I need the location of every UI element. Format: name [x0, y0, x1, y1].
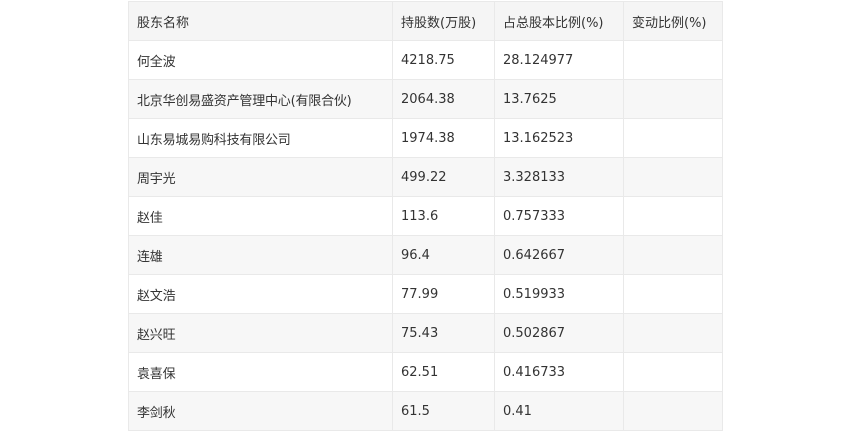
cell-shares-held: 2064.38 [392, 79, 495, 119]
cell-shares-held: 113.6 [392, 196, 495, 236]
table-row: 何全波 4218.75 28.124977 [128, 40, 723, 80]
cell-shares-held: 4218.75 [392, 40, 495, 80]
header-share-ratio: 占总股本比例(%) [494, 1, 624, 41]
table-row: 赵佳 113.6 0.757333 [128, 196, 723, 236]
shareholders-table-container: 股东名称 持股数(万股) 占总股本比例(%) 变动比例(%) 何全波 4218.… [128, 1, 723, 431]
table-row: 袁喜保 62.51 0.416733 [128, 352, 723, 392]
header-change-ratio: 变动比例(%) [623, 1, 723, 41]
cell-share-ratio: 0.757333 [494, 196, 624, 236]
cell-change-ratio [623, 391, 723, 431]
cell-shareholder-name: 山东易城易购科技有限公司 [128, 118, 393, 158]
cell-change-ratio [623, 118, 723, 158]
cell-share-ratio: 28.124977 [494, 40, 624, 80]
header-shareholder-name: 股东名称 [128, 1, 393, 41]
cell-share-ratio: 0.41 [494, 391, 624, 431]
cell-share-ratio: 0.416733 [494, 352, 624, 392]
cell-share-ratio: 13.162523 [494, 118, 624, 158]
cell-shares-held: 62.51 [392, 352, 495, 392]
table-row: 连雄 96.4 0.642667 [128, 235, 723, 275]
table-header: 股东名称 持股数(万股) 占总股本比例(%) 变动比例(%) [128, 1, 723, 41]
cell-shareholder-name: 李剑秋 [128, 391, 393, 431]
shareholders-table: 股东名称 持股数(万股) 占总股本比例(%) 变动比例(%) 何全波 4218.… [128, 1, 723, 431]
cell-change-ratio [623, 79, 723, 119]
cell-shares-held: 75.43 [392, 313, 495, 353]
cell-change-ratio [623, 235, 723, 275]
cell-shares-held: 1974.38 [392, 118, 495, 158]
cell-shareholder-name: 赵佳 [128, 196, 393, 236]
cell-shares-held: 96.4 [392, 235, 495, 275]
table-row: 山东易城易购科技有限公司 1974.38 13.162523 [128, 118, 723, 158]
cell-change-ratio [623, 352, 723, 392]
cell-change-ratio [623, 40, 723, 80]
cell-change-ratio [623, 196, 723, 236]
cell-shares-held: 499.22 [392, 157, 495, 197]
cell-shareholder-name: 赵兴旺 [128, 313, 393, 353]
cell-change-ratio [623, 157, 723, 197]
cell-share-ratio: 0.519933 [494, 274, 624, 314]
cell-share-ratio: 3.328133 [494, 157, 624, 197]
table-row: 李剑秋 61.5 0.41 [128, 391, 723, 431]
table-body: 何全波 4218.75 28.124977 北京华创易盛资产管理中心(有限合伙)… [128, 40, 723, 431]
cell-shareholder-name: 何全波 [128, 40, 393, 80]
cell-shareholder-name: 北京华创易盛资产管理中心(有限合伙) [128, 79, 393, 119]
header-shares-held: 持股数(万股) [392, 1, 495, 41]
header-row: 股东名称 持股数(万股) 占总股本比例(%) 变动比例(%) [128, 1, 723, 41]
table-row: 北京华创易盛资产管理中心(有限合伙) 2064.38 13.7625 [128, 79, 723, 119]
cell-share-ratio: 0.642667 [494, 235, 624, 275]
cell-share-ratio: 0.502867 [494, 313, 624, 353]
cell-share-ratio: 13.7625 [494, 79, 624, 119]
cell-shareholder-name: 赵文浩 [128, 274, 393, 314]
cell-shareholder-name: 周宇光 [128, 157, 393, 197]
cell-shares-held: 61.5 [392, 391, 495, 431]
cell-shareholder-name: 连雄 [128, 235, 393, 275]
table-row: 赵文浩 77.99 0.519933 [128, 274, 723, 314]
cell-shareholder-name: 袁喜保 [128, 352, 393, 392]
cell-shares-held: 77.99 [392, 274, 495, 314]
table-row: 赵兴旺 75.43 0.502867 [128, 313, 723, 353]
cell-change-ratio [623, 313, 723, 353]
table-row: 周宇光 499.22 3.328133 [128, 157, 723, 197]
cell-change-ratio [623, 274, 723, 314]
